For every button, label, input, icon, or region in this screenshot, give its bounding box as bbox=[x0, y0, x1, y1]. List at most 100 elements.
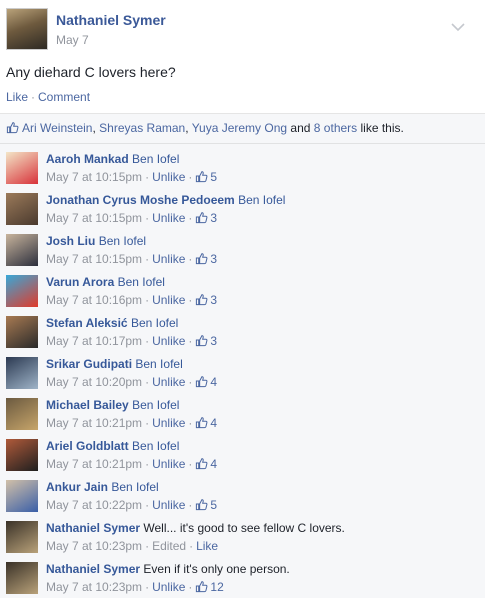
liker-name[interactable]: Yuya Jeremy Ong bbox=[192, 121, 287, 135]
separator: · bbox=[188, 457, 193, 471]
commenter-avatar[interactable] bbox=[6, 152, 38, 184]
commenter-name[interactable]: Srikar Gudipati bbox=[46, 357, 132, 371]
comment-body: Nathaniel Symer Well... it's good to see… bbox=[46, 521, 345, 535]
thumbs-up-icon[interactable] bbox=[195, 457, 208, 473]
comment-timestamp[interactable]: May 7 at 10:20pm bbox=[46, 375, 142, 389]
comment-body: Michael Bailey Ben Iofel bbox=[46, 398, 179, 412]
tagged-person[interactable]: Ben Iofel bbox=[132, 152, 179, 166]
commenter-name[interactable]: Jonathan Cyrus Moshe Pedoeem bbox=[46, 193, 235, 207]
comment-like-count[interactable]: 3 bbox=[210, 293, 217, 307]
separator: · bbox=[145, 539, 150, 553]
commenter-name[interactable]: Ariel Goldblatt bbox=[46, 439, 129, 453]
comment-like-count[interactable]: 5 bbox=[210, 498, 217, 512]
thumbs-up-icon[interactable] bbox=[195, 416, 208, 432]
comment-timestamp[interactable]: May 7 at 10:15pm bbox=[46, 211, 142, 225]
like-link[interactable]: Like bbox=[6, 90, 28, 104]
commenter-name[interactable]: Michael Bailey bbox=[46, 398, 129, 412]
post-actions: Like · Comment bbox=[6, 90, 90, 104]
comment-body: Nathaniel Symer Even if it's only one pe… bbox=[46, 562, 290, 576]
unlike-link[interactable]: Unlike bbox=[152, 375, 185, 389]
liker-name[interactable]: Shreyas Raman bbox=[99, 121, 185, 135]
comment-timestamp[interactable]: May 7 at 10:23pm bbox=[46, 580, 142, 594]
liker-name[interactable]: Ari Weinstein bbox=[22, 121, 92, 135]
post-author-name[interactable]: Nathaniel Symer bbox=[56, 12, 166, 28]
thumbs-up-icon[interactable] bbox=[195, 293, 208, 309]
comment-timestamp[interactable]: May 7 at 10:22pm bbox=[46, 498, 142, 512]
commenter-avatar[interactable] bbox=[6, 521, 38, 553]
tagged-person[interactable]: Ben Iofel bbox=[131, 316, 178, 330]
unlike-link[interactable]: Unlike bbox=[152, 293, 185, 307]
comment-like-count[interactable]: 4 bbox=[210, 416, 217, 430]
comment-like-count[interactable]: 4 bbox=[210, 375, 217, 389]
comment-like-count[interactable]: 5 bbox=[210, 170, 217, 184]
author-avatar[interactable] bbox=[6, 8, 48, 50]
unlike-link[interactable]: Unlike bbox=[152, 334, 185, 348]
thumbs-up-icon[interactable] bbox=[195, 334, 208, 350]
tagged-person[interactable]: Ben Iofel bbox=[99, 234, 146, 248]
edited-label[interactable]: Edited bbox=[152, 539, 186, 553]
thumbs-up-icon[interactable] bbox=[195, 580, 208, 596]
unlike-link[interactable]: Unlike bbox=[152, 170, 185, 184]
thumbs-up-icon[interactable] bbox=[195, 211, 208, 227]
comment-text: Even if it's only one person. bbox=[143, 562, 290, 576]
separator: · bbox=[188, 170, 193, 184]
comment-timestamp[interactable]: May 7 at 10:23pm bbox=[46, 539, 142, 553]
thumbs-up-icon[interactable] bbox=[195, 252, 208, 268]
unlike-link[interactable]: Unlike bbox=[152, 252, 185, 266]
commenter-avatar[interactable] bbox=[6, 480, 38, 512]
tagged-person[interactable]: Ben Iofel bbox=[111, 480, 158, 494]
unlike-link[interactable]: Unlike bbox=[152, 457, 185, 471]
commenter-avatar[interactable] bbox=[6, 357, 38, 389]
others-link[interactable]: 8 others bbox=[314, 121, 357, 135]
likes-summary: Ari Weinstein, Shreyas Raman, Yuya Jerem… bbox=[6, 121, 404, 137]
comment-like-count[interactable]: 3 bbox=[210, 334, 217, 348]
post-date[interactable]: May 7 bbox=[56, 33, 89, 47]
tagged-person[interactable]: Ben Iofel bbox=[118, 275, 165, 289]
like-link[interactable]: Like bbox=[196, 539, 218, 553]
commenter-avatar[interactable] bbox=[6, 439, 38, 471]
comment-like-count[interactable]: 12 bbox=[210, 580, 223, 594]
comment-body: Srikar Gudipati Ben Iofel bbox=[46, 357, 183, 371]
thumbs-up-icon[interactable] bbox=[195, 375, 208, 391]
tagged-person[interactable]: Ben Iofel bbox=[132, 439, 179, 453]
commenter-name[interactable]: Ankur Jain bbox=[46, 480, 108, 494]
separator: · bbox=[145, 457, 150, 471]
tagged-person[interactable]: Ben Iofel bbox=[135, 357, 182, 371]
comment-link[interactable]: Comment bbox=[38, 90, 90, 104]
comment-like-count[interactable]: 4 bbox=[210, 457, 217, 471]
chevron-down-icon[interactable] bbox=[450, 20, 466, 32]
comment-timestamp[interactable]: May 7 at 10:21pm bbox=[46, 416, 142, 430]
separator: · bbox=[145, 580, 150, 594]
comment-like-count[interactable]: 3 bbox=[210, 252, 217, 266]
commenter-name[interactable]: Varun Arora bbox=[46, 275, 114, 289]
thumbs-up-icon[interactable] bbox=[195, 498, 208, 514]
separator: · bbox=[145, 375, 150, 389]
comment-timestamp[interactable]: May 7 at 10:17pm bbox=[46, 334, 142, 348]
commenter-avatar[interactable] bbox=[6, 193, 38, 225]
comment-timestamp[interactable]: May 7 at 10:16pm bbox=[46, 293, 142, 307]
separator: · bbox=[188, 375, 193, 389]
unlike-link[interactable]: Unlike bbox=[152, 580, 185, 594]
commenter-avatar[interactable] bbox=[6, 275, 38, 307]
tagged-person[interactable]: Ben Iofel bbox=[238, 193, 285, 207]
commenter-name[interactable]: Nathaniel Symer bbox=[46, 562, 140, 576]
thumbs-up-icon[interactable] bbox=[195, 170, 208, 186]
unlike-link[interactable]: Unlike bbox=[152, 498, 185, 512]
unlike-link[interactable]: Unlike bbox=[152, 211, 185, 225]
commenter-name[interactable]: Aaroh Mankad bbox=[46, 152, 129, 166]
separator: · bbox=[145, 293, 150, 307]
commenter-name[interactable]: Josh Liu bbox=[46, 234, 95, 248]
commenter-avatar[interactable] bbox=[6, 234, 38, 266]
comment-timestamp[interactable]: May 7 at 10:15pm bbox=[46, 252, 142, 266]
unlike-link[interactable]: Unlike bbox=[152, 416, 185, 430]
commenter-avatar[interactable] bbox=[6, 562, 38, 594]
comment-row: Nathaniel Symer Well... it's good to see… bbox=[6, 521, 476, 557]
comment-timestamp[interactable]: May 7 at 10:15pm bbox=[46, 170, 142, 184]
tagged-person[interactable]: Ben Iofel bbox=[132, 398, 179, 412]
comment-timestamp[interactable]: May 7 at 10:21pm bbox=[46, 457, 142, 471]
commenter-name[interactable]: Nathaniel Symer bbox=[46, 521, 140, 535]
comment-like-count[interactable]: 3 bbox=[210, 211, 217, 225]
commenter-avatar[interactable] bbox=[6, 398, 38, 430]
commenter-avatar[interactable] bbox=[6, 316, 38, 348]
commenter-name[interactable]: Stefan Aleksić bbox=[46, 316, 128, 330]
